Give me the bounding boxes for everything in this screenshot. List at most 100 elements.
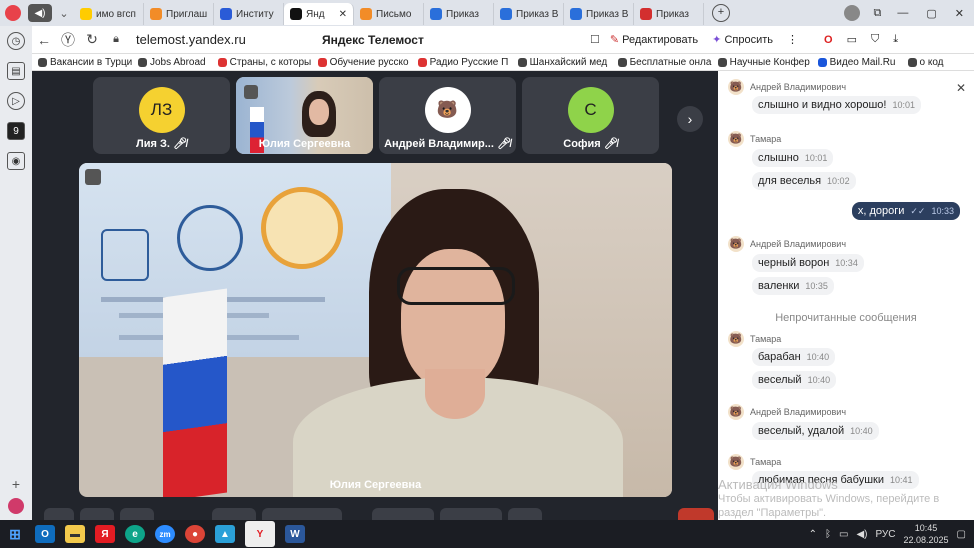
yandex-browser-icon[interactable]: Y xyxy=(245,521,275,547)
bookmark-favicon-icon xyxy=(517,57,527,67)
tab-list-chevron-icon[interactable]: ⌄ xyxy=(54,7,74,20)
participant-tile[interactable]: С София 🎤︎̸ xyxy=(522,77,659,154)
bookmark-favicon-icon xyxy=(217,57,227,67)
file-explorer-icon[interactable]: ▬ xyxy=(65,525,85,543)
tab-9[interactable]: Приказ xyxy=(634,3,704,25)
close-icon[interactable]: ✕ xyxy=(956,81,966,95)
chat-message[interactable]: черный ворон 10:34 xyxy=(752,254,864,272)
tray-chevron-icon[interactable]: ⌃ xyxy=(809,529,817,540)
tab-8[interactable]: Приказ В xyxy=(564,3,634,25)
profile-icon[interactable] xyxy=(843,5,860,21)
chat-message[interactable]: барабан 10:40 xyxy=(752,348,836,366)
watermark-title: Активация Windows xyxy=(718,477,838,492)
window-close-button[interactable]: ✕ xyxy=(955,7,964,20)
history-icon[interactable]: ◷ xyxy=(7,32,25,50)
zoom-icon[interactable]: zm xyxy=(155,525,175,543)
bookmark-item[interactable]: о код xyxy=(902,57,950,68)
outlook-icon[interactable]: O xyxy=(35,525,55,543)
bookmark-item[interactable]: Шанхайский мед xyxy=(512,57,612,68)
back-arrow-icon[interactable]: ← xyxy=(32,32,56,48)
url-field[interactable]: telemost.yandex.ru xyxy=(136,32,286,47)
participant-tile[interactable]: ЛЗ Лия З. 🎤︎̸ xyxy=(93,77,230,154)
bluetooth-icon[interactable]: ᛒ xyxy=(825,529,831,540)
counter-nine-icon[interactable]: 9 xyxy=(7,122,25,140)
avatar: С xyxy=(567,87,614,133)
new-tab-button[interactable]: + xyxy=(712,4,730,22)
maps-icon[interactable]: ▲ xyxy=(215,525,235,543)
participant-tile[interactable]: 🐻 Андрей Владимир... 🎤︎̸ xyxy=(379,77,516,154)
camera-icon[interactable]: ◉ xyxy=(7,152,25,170)
control-button[interactable] xyxy=(80,508,114,520)
more-menu-icon[interactable]: ⋮ xyxy=(783,33,802,46)
sidebar-alice-icon[interactable] xyxy=(8,498,24,514)
chat-message[interactable]: слышно и видно хорошо! 10:01 xyxy=(752,96,922,114)
chat-message[interactable]: слышно 10:01 xyxy=(752,149,834,167)
battery-extension-icon[interactable]: ▭ xyxy=(843,33,861,46)
download-icon[interactable]: ⤓ xyxy=(889,33,902,46)
participant-tile[interactable]: Юлия Сергеевна xyxy=(236,77,373,154)
tab-4[interactable]: Янд ✕ xyxy=(284,3,354,25)
control-button[interactable] xyxy=(508,508,542,520)
mic-off-icon: 🎤︎̸ xyxy=(603,138,618,150)
notification-icon[interactable]: ▢ xyxy=(957,529,966,540)
video-options-icon[interactable] xyxy=(85,169,101,185)
chrome-icon[interactable]: ● xyxy=(185,525,205,543)
shield-extension-icon[interactable]: ⛉ xyxy=(867,33,883,46)
control-button[interactable] xyxy=(212,508,256,520)
windows-start-icon[interactable]: ⊞ xyxy=(5,525,25,543)
audio-tab-icon[interactable]: ◀) xyxy=(28,4,52,22)
tab-1[interactable]: имо вгсп xyxy=(74,3,144,25)
chat-panel: ✕ 🐻 Андрей Владимирович слышно и видно хор… xyxy=(718,71,974,520)
bookmark-item[interactable]: Научные Конфер xyxy=(712,57,812,68)
tabs-overview-icon[interactable]: ⧉ xyxy=(874,7,882,20)
next-participants-chevron-icon[interactable]: › xyxy=(677,106,703,132)
language-indicator[interactable]: РУС xyxy=(875,529,895,540)
collections-icon[interactable]: ▤ xyxy=(7,62,25,80)
opera-extension-icon[interactable]: O xyxy=(820,34,837,46)
yandex-home-icon[interactable]: Ⓨ xyxy=(56,30,80,50)
message-time: 10:33 xyxy=(931,206,954,216)
clock[interactable]: 10:45 22.08.2025 xyxy=(904,522,949,546)
control-button[interactable] xyxy=(372,508,434,520)
chat-message[interactable]: веселый 10:40 xyxy=(752,371,837,389)
control-button[interactable] xyxy=(440,508,502,520)
network-icon[interactable]: ▭ xyxy=(839,529,848,540)
tab-2[interactable]: Приглаш xyxy=(144,3,214,25)
window-maximize-button[interactable]: ▢ xyxy=(926,7,936,20)
leave-call-button[interactable] xyxy=(678,508,714,520)
tab-6[interactable]: Приказ xyxy=(424,3,494,25)
ask-button[interactable]: ✦ Спросить xyxy=(708,33,777,46)
main-video[interactable]: Юлия Сергеевна xyxy=(79,163,672,497)
chat-message[interactable]: для веселья 10:02 xyxy=(752,172,856,190)
bookmark-item[interactable]: Jobs Abroad xyxy=(132,57,212,68)
yandex-icon[interactable]: Я xyxy=(95,525,115,543)
bookmark-icon[interactable]: ☐ xyxy=(590,33,600,46)
browser-logo-icon[interactable] xyxy=(0,2,26,24)
edit-button[interactable]: ✎ Редактировать xyxy=(606,33,702,46)
control-button[interactable] xyxy=(120,508,154,520)
bookmark-item[interactable]: Бесплатные онла xyxy=(612,57,712,68)
bookmark-item[interactable]: Видео Mail.Ru xyxy=(812,57,902,68)
control-button[interactable] xyxy=(262,508,342,520)
tab-3[interactable]: Институ xyxy=(214,3,284,25)
tab-7[interactable]: Приказ В xyxy=(494,3,564,25)
word-icon[interactable]: W xyxy=(285,525,305,543)
chat-message[interactable]: валенки 10:35 xyxy=(752,277,834,295)
chat-message[interactable]: х, дороги ✓✓ 10:33 xyxy=(851,202,960,220)
volume-icon[interactable]: ◀) xyxy=(856,529,867,540)
chat-message[interactable]: веселый, удалой 10:40 xyxy=(752,422,879,440)
edge-icon[interactable]: e xyxy=(125,525,145,543)
sidebar-add-icon[interactable]: + xyxy=(12,476,20,492)
bookmark-item[interactable]: Вакансии в Турци xyxy=(32,57,132,68)
tab-5[interactable]: Письмо xyxy=(354,3,424,25)
reload-icon[interactable]: ↻ xyxy=(80,31,104,48)
play-icon[interactable]: ▷ xyxy=(7,92,25,110)
close-tab-icon[interactable]: ✕ xyxy=(339,9,347,20)
lock-icon[interactable]: 🔒︎ xyxy=(104,33,128,46)
control-button[interactable] xyxy=(44,508,74,520)
bookmark-item[interactable]: Страны, с которы xyxy=(212,57,312,68)
bookmark-item[interactable]: Обучение русско xyxy=(312,57,412,68)
bookmark-item[interactable]: Радио Русские П xyxy=(412,57,512,68)
window-minimize-button[interactable]: — xyxy=(897,7,908,19)
bookmark-favicon-icon xyxy=(617,57,627,67)
